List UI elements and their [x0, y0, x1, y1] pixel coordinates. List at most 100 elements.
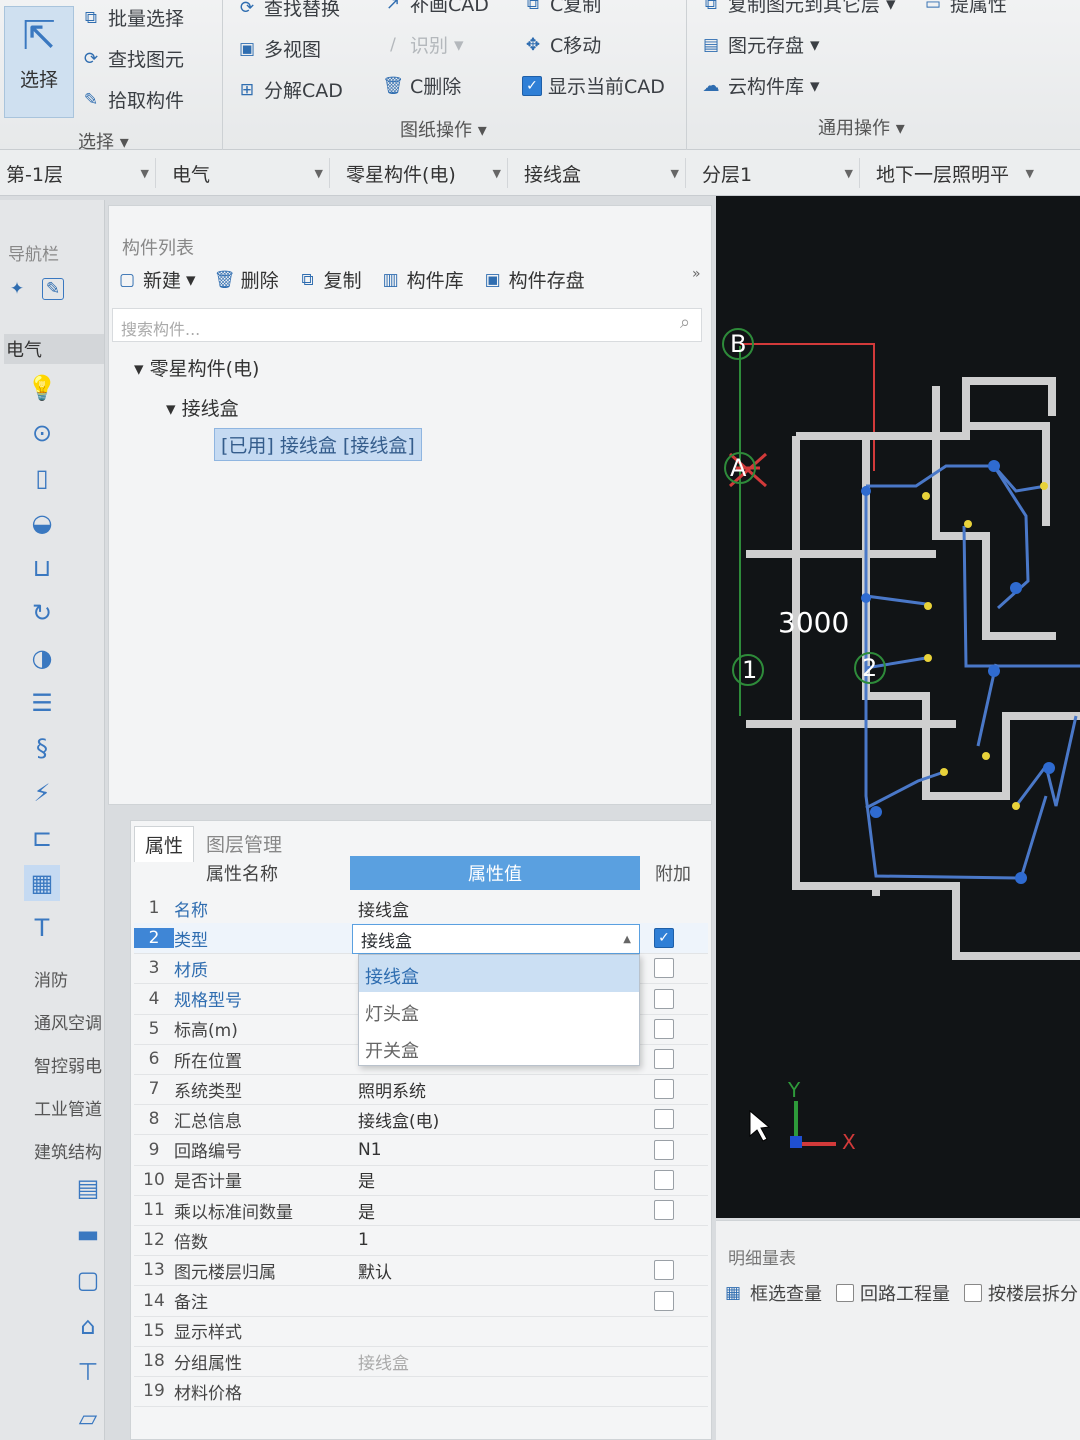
nav-category-industrial-pipe[interactable]: 工业管道	[34, 1095, 102, 1120]
property-value[interactable]: 是	[350, 1198, 640, 1223]
wall-icon[interactable]: ▤	[70, 1170, 106, 1206]
house-icon[interactable]: ⌂	[70, 1308, 106, 1344]
grounding-icon[interactable]: ⚡	[24, 775, 60, 811]
explode-cad-button[interactable]: ⊞ 分解CAD	[236, 76, 343, 103]
extra-checkbox[interactable]	[654, 1169, 674, 1190]
more-icon[interactable]: »	[692, 266, 701, 282]
pin-icon[interactable]: ✦	[6, 278, 28, 300]
type-select[interactable]: 接线盒 ▲	[352, 924, 640, 954]
component-library-button[interactable]: ▥ 构件库	[380, 266, 464, 293]
find-replace-button[interactable]: ⟳ 查找替换	[236, 0, 343, 21]
foundation-icon[interactable]: ⊤	[70, 1354, 106, 1390]
show-current-cad-checkbox[interactable]: ✓ 显示当前CAD	[522, 72, 665, 99]
nav-category-weak-current[interactable]: 智控弱电	[34, 1052, 102, 1077]
property-value[interactable]: 1	[350, 1230, 640, 1250]
multi-view-button[interactable]: ▣ 多视图	[236, 35, 343, 62]
lamp-icon[interactable]: 💡	[24, 370, 60, 406]
cad-delete-button[interactable]: 🗑 C删除	[382, 72, 489, 99]
pick-component-button[interactable]: ✎ 拾取构件	[80, 86, 184, 113]
extra-checkbox[interactable]	[654, 988, 674, 1009]
property-row[interactable]: 1 名称 接线盒	[134, 893, 708, 924]
extra-checkbox[interactable]	[654, 1200, 674, 1220]
component-search-input[interactable]: 搜索构件...	[112, 308, 702, 342]
property-row[interactable]: 15 显示样式	[134, 1316, 708, 1347]
copy-to-layer-button[interactable]: ⧉ 复制图元到其它层 ▾	[700, 0, 896, 17]
drawing-dropdown[interactable]: 地下一层照明平 ▼	[870, 158, 1040, 188]
beam-icon[interactable]: ▬	[70, 1216, 106, 1252]
new-button[interactable]: ▢ 新建 ▾	[116, 266, 196, 293]
nav-category-structure[interactable]: 建筑结构	[34, 1138, 102, 1163]
property-row[interactable]: 11 乘以标准间数量 是	[134, 1195, 708, 1226]
component-dropdown[interactable]: 接线盒 ▼	[518, 158, 686, 188]
nav-category-hvac[interactable]: 通风空调	[34, 1009, 102, 1034]
wire-icon[interactable]: ☰	[24, 685, 60, 721]
delete-button[interactable]: 🗑 删除	[214, 266, 279, 293]
cable-icon[interactable]: ↻	[24, 595, 60, 631]
property-row[interactable]: 14 备注	[134, 1286, 708, 1317]
batch-select-button[interactable]: ⧉ 批量选择	[80, 4, 184, 31]
cad-copy-button[interactable]: ⧉ C复制	[522, 0, 665, 17]
extract-attr-button[interactable]: ▭ 提属性	[922, 0, 1007, 17]
property-row[interactable]: 9 回路编号 N1	[134, 1135, 708, 1166]
tree-root[interactable]: ▾ 零星构件(电)	[134, 354, 259, 381]
property-row[interactable]: 10 是否计量 是	[134, 1165, 708, 1196]
nav-category-electric[interactable]: 电气	[4, 334, 104, 364]
property-row[interactable]: 8 汇总信息 接线盒(电)	[134, 1104, 708, 1136]
tree-leaf-selected[interactable]: [已用] 接线盒 [接线盒]	[214, 428, 422, 461]
socket-icon[interactable]: ◒	[24, 505, 60, 541]
property-row[interactable]: 19 材料价格	[134, 1376, 708, 1408]
extra-checkbox[interactable]	[654, 958, 674, 979]
circuit-quantity-checkbox[interactable]: 回路工程量	[836, 1280, 950, 1306]
extra-checkbox[interactable]	[654, 1079, 674, 1100]
circuit-icon[interactable]: §	[24, 730, 60, 766]
fitting-icon[interactable]: ⊏	[24, 820, 60, 856]
discipline-dropdown[interactable]: 电气 ▼	[166, 158, 330, 188]
property-value[interactable]: 接线盒(电)	[350, 1107, 640, 1132]
extra-checkbox-checked[interactable]: ✓	[654, 928, 674, 949]
extra-checkbox[interactable]	[654, 1018, 674, 1039]
cad-move-button[interactable]: ✥ C移动	[522, 31, 665, 58]
misc-component-icon[interactable]: ▦	[24, 865, 60, 901]
extra-checkbox[interactable]	[654, 1049, 674, 1069]
category-dropdown[interactable]: 零星构件(电) ▼	[340, 158, 508, 188]
layer-dropdown[interactable]: 分层1 ▼	[696, 158, 860, 188]
property-value[interactable]: 照明系统	[350, 1077, 640, 1102]
floor-dropdown[interactable]: 第-1层 ▼	[0, 158, 156, 188]
supplement-cad-button[interactable]: ↗ 补画CAD	[382, 0, 489, 17]
cloud-library-button[interactable]: ☁ 云构件库 ▾	[700, 72, 896, 99]
panel-box-icon[interactable]: ▯	[24, 460, 60, 496]
extra-checkbox[interactable]	[654, 1139, 674, 1160]
cad-viewport[interactable]: B A 1 2 3000 X Y	[716, 196, 1080, 1218]
property-value[interactable]: N1	[350, 1140, 640, 1160]
dropdown-option-lamp-box[interactable]: 灯头盒	[359, 992, 639, 1029]
text-tool-icon[interactable]: T	[24, 910, 60, 946]
element-save-button[interactable]: ▤ 图元存盘 ▾	[700, 31, 896, 58]
property-row[interactable]: 13 图元楼层归属 默认	[134, 1255, 708, 1287]
property-value[interactable]: 是	[350, 1167, 640, 1192]
conduit-icon[interactable]: ◑	[24, 640, 60, 676]
room-icon[interactable]: ▢	[70, 1262, 106, 1298]
select-button[interactable]: ⇱ 选择	[4, 6, 74, 118]
property-value[interactable]: 默认	[350, 1258, 640, 1283]
property-value[interactable]: 接线盒	[350, 1349, 640, 1374]
search-icon[interactable]: ⌕	[680, 312, 690, 333]
box-select-quantity-button[interactable]: ▦ 框选查量	[722, 1280, 822, 1306]
tray-icon[interactable]: ⊔	[24, 550, 60, 586]
nav-category-fire[interactable]: 消防	[34, 966, 102, 991]
find-element-button[interactable]: ⟳ 查找图元	[80, 45, 184, 72]
copy-button[interactable]: ⧉ 复制	[297, 266, 362, 293]
dropdown-option-junction-box[interactable]: 接线盒	[359, 955, 639, 992]
property-value[interactable]: 接线盒	[350, 896, 640, 921]
tree-child[interactable]: ▾ 接线盒	[166, 394, 239, 421]
identify-button[interactable]: / 识别 ▾	[382, 31, 489, 58]
extra-checkbox[interactable]	[654, 1290, 674, 1311]
property-row[interactable]: 7 系统类型 照明系统	[134, 1074, 708, 1106]
edit-icon[interactable]: ✎	[42, 278, 64, 300]
extra-checkbox[interactable]	[654, 1260, 674, 1281]
property-row[interactable]: 18 分组属性 接线盒	[134, 1346, 708, 1377]
dropdown-option-switch-box[interactable]: 开关盒	[359, 1029, 639, 1066]
slab-icon[interactable]: ▱	[70, 1400, 106, 1436]
split-by-floor-checkbox[interactable]: 按楼层拆分	[964, 1280, 1078, 1306]
property-row[interactable]: 12 倍数 1	[134, 1225, 708, 1257]
component-save-button[interactable]: ▣ 构件存盘	[482, 266, 585, 293]
